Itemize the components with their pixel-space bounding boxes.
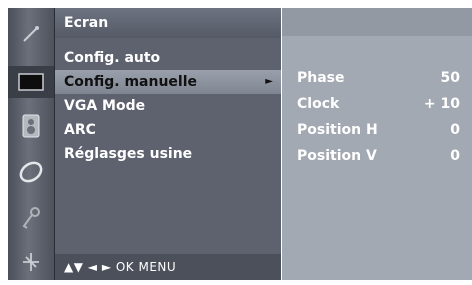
menu-item-reglages-usine[interactable]: Réglasges usine [55,142,281,166]
option-icon[interactable] [15,246,47,278]
submenu-row-clock[interactable]: Clock + 10 [282,91,472,117]
setting-value: 0 [450,148,460,164]
menu-item-label: VGA Mode [64,98,146,114]
osd-frame: Ecran Config. auto Config. manuelle ► VG… [0,0,472,285]
main-menu-panel: Ecran Config. auto Config. manuelle ► VG… [55,8,281,280]
submenu-header [282,8,472,36]
menu-item-arc[interactable]: ARC [55,118,281,142]
menu-item-vga-mode[interactable]: VGA Mode [55,94,281,118]
setting-label: Clock [297,96,340,112]
navigation-hint: ▲▼ ◄ ► OK MENU [55,254,281,280]
setting-label: Position V [297,148,377,164]
menu-item-label: Config. manuelle [64,74,198,90]
setting-value: + 10 [423,96,460,112]
submenu-arrow-icon: ► [265,76,273,87]
speaker-icon[interactable] [15,110,47,142]
submenu-row-phase[interactable]: Phase 50 [282,65,472,91]
menu-category-strip [8,8,55,280]
setting-label: Phase [297,70,345,86]
submenu-panel: Phase 50 Clock + 10 Position H 0 Positio… [282,8,472,280]
menu-item-label: Config. auto [64,50,161,66]
key-icon[interactable] [15,202,47,234]
menu-item-label: ARC [64,122,96,138]
clock-icon[interactable] [15,156,47,188]
setting-value: 0 [450,122,460,138]
submenu-row-position-h[interactable]: Position H 0 [282,117,472,143]
menu-item-label: Réglasges usine [64,146,193,162]
screen-icon[interactable] [8,66,54,98]
setting-label: Position H [297,122,378,138]
menu-title: Ecran [55,8,281,38]
menu-item-config-manuelle[interactable]: Config. manuelle ► [55,70,281,94]
menu-item-config-auto[interactable]: Config. auto [55,46,281,70]
submenu-row-position-v[interactable]: Position V 0 [282,143,472,169]
setting-value: 50 [440,70,460,86]
adjust-icon[interactable] [15,18,47,50]
